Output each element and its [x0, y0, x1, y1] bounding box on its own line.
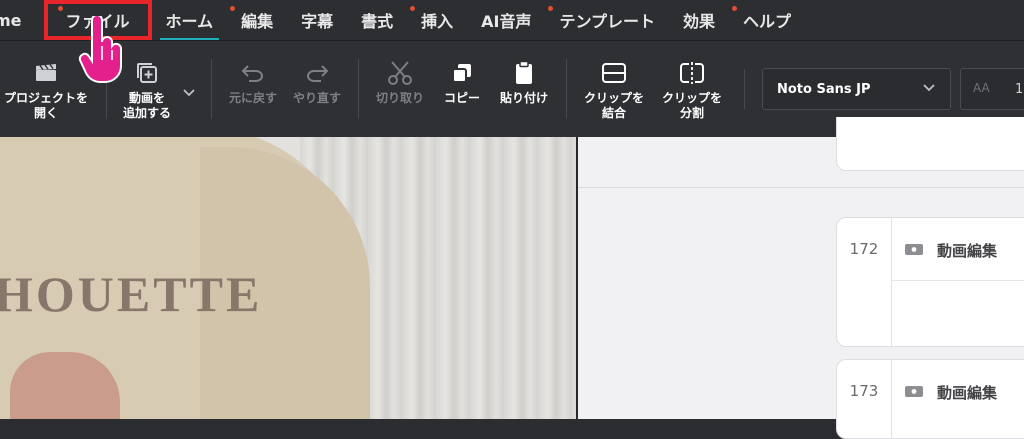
chevron-down-icon	[922, 82, 936, 97]
font-family-select[interactable]: Noto Sans JP	[762, 68, 951, 110]
menu-ai-voice[interactable]: AI音声	[467, 0, 545, 40]
font-size-input[interactable]: AA 10	[960, 68, 1024, 110]
paste-button[interactable]: 貼り付け	[494, 59, 554, 106]
menu-bar: me ファイル ホーム 編集 字幕 書式 挿入 AI音声 テンプレート 効果 ヘ…	[0, 0, 1024, 40]
toolbar-divider	[566, 59, 567, 119]
font-family-value: Noto Sans JP	[777, 81, 871, 97]
redo-label: やり直す	[292, 91, 341, 105]
cut-button[interactable]: 切り取り	[368, 59, 432, 106]
chevron-down-icon[interactable]	[182, 83, 196, 102]
menu-template[interactable]: テンプレート	[545, 0, 669, 40]
list-item[interactable]	[836, 117, 1024, 171]
toolbar-divider	[211, 59, 212, 119]
redo-icon	[305, 59, 329, 87]
copy-button[interactable]: コピー	[432, 59, 492, 106]
list-item[interactable]: 173 動画編集	[836, 359, 1024, 439]
open-project-label: プロジェクトを 開く	[3, 91, 88, 120]
menu-edit[interactable]: 編集	[227, 0, 287, 40]
add-clip-icon	[136, 59, 158, 87]
clipboard-icon	[514, 59, 534, 87]
merge-clip-icon	[601, 59, 627, 87]
notification-dot	[57, 6, 63, 11]
clip-list-panel: 172 動画編集 173 動画編集	[576, 117, 1024, 439]
clapperboard-icon	[35, 59, 57, 87]
menu-insert[interactable]: 挿入	[407, 0, 467, 40]
font-size-value: 10	[1015, 81, 1024, 97]
clip-label: 動画編集	[905, 382, 997, 403]
clip-number: 173	[837, 360, 892, 438]
undo-label: 元に戻す	[228, 91, 277, 105]
toolbar-divider	[358, 59, 359, 119]
menu-help[interactable]: ヘルプ	[729, 0, 805, 40]
undo-button[interactable]: 元に戻す	[222, 59, 284, 106]
split-clip-label: クリップを 分割	[661, 91, 722, 120]
menu-effects[interactable]: 効果	[669, 0, 729, 40]
menu-format[interactable]: 書式	[347, 0, 407, 40]
notification-dot	[410, 6, 416, 11]
font-size-icon: AA	[973, 81, 990, 95]
video-camera-icon	[905, 242, 923, 260]
row-divider	[892, 280, 1024, 281]
notification-dot	[732, 6, 738, 11]
merge-clip-label: クリップを 結合	[583, 91, 644, 120]
add-video-label: 動画を 追加する	[122, 91, 171, 120]
clip-label: 動画編集	[905, 240, 997, 261]
menu-subtitles[interactable]: 字幕	[287, 0, 347, 40]
sweater-print-text: HOUETTE	[0, 266, 263, 322]
video-preview[interactable]: HOUETTE	[0, 137, 576, 419]
paste-label: 貼り付け	[499, 91, 548, 105]
undo-icon	[241, 59, 265, 87]
copy-icon	[451, 59, 473, 87]
notification-dot	[548, 6, 554, 11]
split-clip-icon	[679, 59, 705, 87]
redo-button[interactable]: やり直す	[286, 59, 348, 106]
toolbar-divider	[744, 69, 745, 109]
cut-label: 切り取り	[375, 91, 424, 105]
clip-number: 172	[837, 218, 892, 346]
hand-pointer-icon	[78, 14, 124, 88]
menu-home[interactable]: ホーム	[152, 0, 228, 40]
merge-clip-button[interactable]: クリップを 結合	[576, 59, 652, 121]
copy-label: コピー	[443, 91, 480, 105]
split-clip-button[interactable]: クリップを 分割	[654, 59, 730, 121]
notification-dot	[230, 6, 236, 11]
video-camera-icon	[905, 384, 923, 402]
menu-home-partial[interactable]: me	[0, 0, 36, 40]
scissors-icon	[387, 59, 413, 87]
list-item[interactable]: 172 動画編集	[836, 217, 1024, 347]
